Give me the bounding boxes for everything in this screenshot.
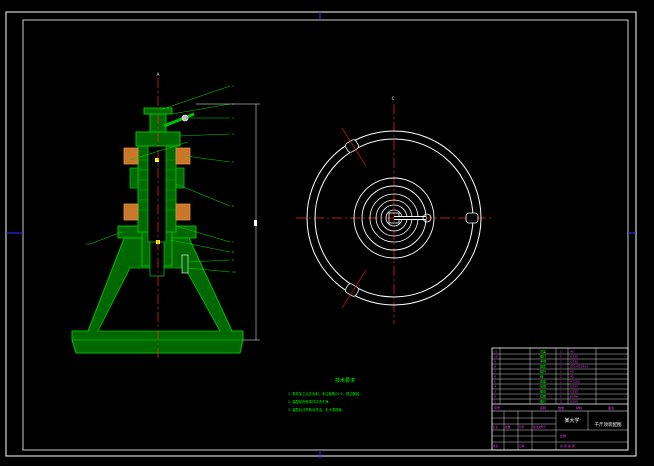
part-row-mat: 45 [570,350,574,354]
header-remark: 备注 [608,405,614,410]
front-view: A 1 2 3 4 5 6 7 8 9 10 12 [71,72,260,358]
part-row-qty: 1 [560,355,562,359]
collar-lower-right [175,203,191,221]
part-row-name: 底座 [540,379,546,384]
part-row-qty: 1 [560,375,562,379]
slot-right [465,212,479,224]
balloon-5: 5 [232,160,234,164]
part-row-mat: Q235 [570,360,578,364]
part-row-mat: HT200 [570,380,580,384]
slot-top-left [345,139,359,153]
balloon-8: 8 [232,250,234,254]
balloon-6: 6 [232,204,234,208]
part-row-qty: 1 [560,385,562,389]
part-row-qty: 1 [560,350,562,354]
collar-upper-left [123,147,139,165]
part-row-qty: 1 [560,360,562,364]
balloon-1: 1 [232,84,234,88]
handle [163,112,195,128]
part-row-mat: Q235 [570,390,578,394]
rev-zone: 分区 [519,425,525,429]
part-row-qty: 1 [560,365,562,369]
technical-notes: 技术要求 1. 零件加工后去毛刺，未注倒角C0.5，锐边倒钝。 2. 装配前所有… [288,377,362,412]
school-name: 某大学 [564,417,579,424]
header-name: 名称 [540,405,546,410]
parts-rows: 11 顶盖 1 45 10 螺钉 1 Q235 9 手柄 1 Q235 8 螺套… [494,349,588,404]
balloon-3: 3 [232,116,234,120]
notes-line-1: 1. 零件加工后去毛刺，未注倒角C0.5，锐边倒钝。 [288,391,362,396]
collar-mid-left [129,167,139,189]
part-row-name: 顶盖 [540,349,546,354]
balloon-9: 9 [232,258,234,262]
part-row-no: 3 [494,390,496,394]
notes-line-3: 3. 装配后丝杆转动灵活，无卡滞现象。 [288,407,345,412]
highlight-1 [155,158,159,162]
part-row-no: 1 [494,400,496,404]
part-row-qty: 1 [560,370,562,374]
part-row-no: 4 [494,385,496,389]
top-view: C [296,96,492,324]
slot-bottom-left [345,283,359,297]
part-row-no: 5 [494,380,496,384]
parts-header: 序号 名称 数量 材料 备注 [494,405,614,410]
part-row-no: 8 [494,365,496,369]
part-row-no: 7 [494,370,496,374]
part-row-no: 11 [494,350,498,354]
header-no: 序号 [494,405,500,410]
title-block: 11 顶盖 1 45 10 螺钉 1 Q235 9 手柄 1 Q235 8 螺套… [491,347,629,451]
part-row-mat: Q235 [570,400,578,404]
part-row-qty: 1 [560,395,562,399]
part-row-qty: 1 [560,390,562,394]
header-mat: 材料 [576,405,582,410]
rev-mark: 标记 [493,425,499,429]
notes-line-2: 2. 装配前所有零件清洗干净。 [288,399,332,404]
part-row-name: 销 [540,374,543,379]
revision-row: 标记 处数 分区 更改文件号 签名 日期 [493,425,546,448]
balloon-7: 7 [232,240,234,244]
part-row-mat: 45 [570,370,574,374]
part-row-name: 螺母 [540,389,546,394]
balloon-left: 12 [86,242,90,246]
part-row-name: 螺套 [540,364,546,369]
part-row-mat: 45 [570,375,574,379]
part-row-no: 9 [494,360,496,364]
part-row-name: 手柄 [540,359,546,364]
part-row-no: 6 [494,375,496,379]
scale-label: 比例 [560,433,566,438]
part-row-qty: 1 [560,380,562,384]
part-row-name: 挡圈 [540,394,546,399]
balloon-10: 10 [232,270,236,274]
balloon-4: 4 [232,132,234,136]
part-row-mat: Q235 [570,355,578,359]
part-row-no: 2 [494,395,496,399]
part-row-name: 螺钉 [540,354,546,359]
part-row-name: 螺钉 [540,399,546,404]
top-section-mark: C [392,96,395,101]
header-qty: 数量 [558,405,564,410]
rev-count: 处数 [505,425,511,429]
locking-pin [181,254,189,274]
dim-text-box [254,220,257,226]
part-row-mat: 65Mn [570,395,578,399]
notes-heading: 技术要求 [335,377,355,384]
front-section-mark: A [157,72,160,77]
rev-date: 日期 [519,444,525,448]
part-row-no: 10 [494,355,498,359]
collar-lower-left [123,203,139,221]
rev-sign: 签名 [493,444,499,448]
drawing-sheet: A 1 2 3 4 5 6 7 8 9 10 12 [5,11,637,458]
part-row-name: 垫圈 [540,384,546,389]
part-row-name: 螺杆 [540,369,546,374]
part-row-mat: Q235 [570,385,578,389]
collar-mid-right [175,167,185,189]
part-row-qty: 2 [560,400,562,404]
rev-doc: 更改文件号 [533,425,546,429]
sheet-label: 共 张 第 张 [560,443,575,448]
drawing-title: 千斤顶装配图 [595,421,622,428]
part-row-mat: ZCuAl10Fe3 [570,365,588,369]
